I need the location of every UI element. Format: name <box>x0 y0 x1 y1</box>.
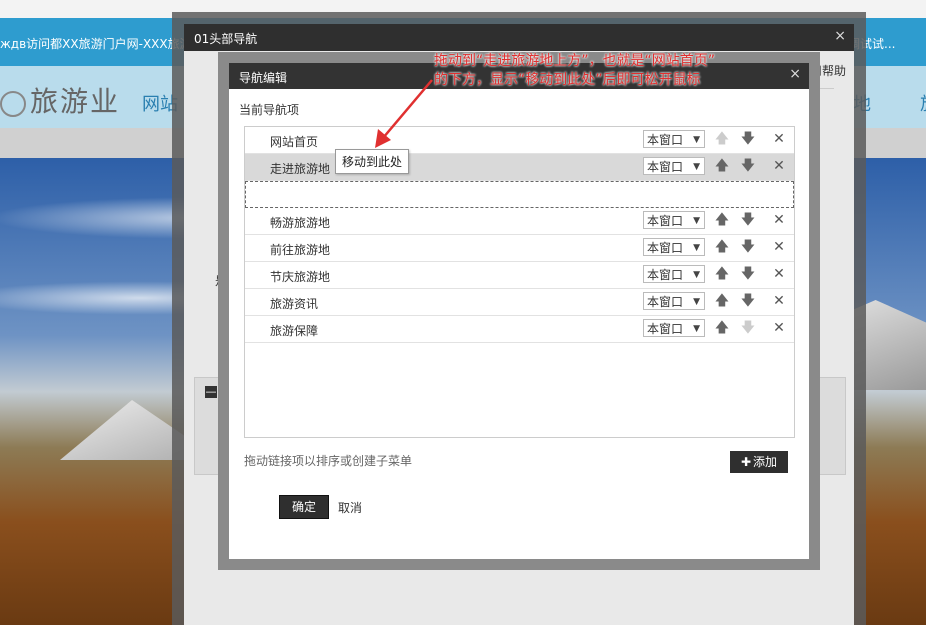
window-target-select[interactable]: 本窗口 ▼ <box>643 238 705 256</box>
nav-items-list: 网站首页 本窗口 ▼ 🡅 🡇 ✕ 走进旅游地 本窗口 ▼ 🡅 🡇 ✕ 畅游旅游地 本… <box>244 126 795 438</box>
collapse-minus-icon[interactable]: — <box>205 386 217 398</box>
site-logo-text: 旅游业 <box>30 85 121 118</box>
window-target-value: 本窗口 <box>647 160 684 174</box>
nav-item-row[interactable]: 节庆旅游地 本窗口 ▼ 🡅 🡇 ✕ <box>245 262 794 289</box>
nav-item-row[interactable]: 旅游资讯 本窗口 ▼ 🡅 🡇 ✕ <box>245 289 794 316</box>
chevron-down-icon: ▼ <box>693 243 700 253</box>
site-logo: 旅游业 <box>0 80 120 120</box>
outer-dialog-header: 01头部导航 × <box>184 24 854 51</box>
window-target-select[interactable]: 本窗口 ▼ <box>643 130 705 148</box>
move-down-icon[interactable]: 🡇 <box>740 130 756 148</box>
move-down-icon: 🡇 <box>740 320 756 336</box>
move-up-icon: 🡅 <box>714 131 730 147</box>
chevron-down-icon: ▼ <box>693 270 700 280</box>
annotation-line-2: 的下方，显示“移动到此处”后即可松开鼠标 <box>434 72 701 88</box>
nav-editor-close-icon[interactable]: × <box>789 66 801 82</box>
drag-tooltip: 移动到此处 <box>335 149 410 174</box>
add-item-label: 添加 <box>753 455 778 469</box>
window-target-select[interactable]: 本窗口 ▼ <box>643 157 705 175</box>
nav-item-name: 前往旅游地 <box>270 243 331 257</box>
move-up-icon[interactable]: 🡅 <box>714 157 730 175</box>
nav-item-name: 走进旅游地 <box>270 162 331 176</box>
chevron-down-icon: ▼ <box>693 135 700 145</box>
delete-icon[interactable]: ✕ <box>771 319 787 337</box>
window-target-value: 本窗口 <box>647 241 684 255</box>
window-target-value: 本窗口 <box>647 295 684 309</box>
delete-icon[interactable]: ✕ <box>771 292 787 310</box>
plus-icon: ✚ <box>740 455 752 469</box>
delete-icon[interactable]: ✕ <box>771 157 787 175</box>
window-target-select[interactable]: 本窗口 ▼ <box>643 265 705 283</box>
site-nav-item-edge: 旅 <box>920 90 926 116</box>
delete-icon[interactable]: ✕ <box>771 130 787 148</box>
nav-item-row-dragging[interactable]: 走进旅游地 本窗口 ▼ 🡅 🡇 ✕ <box>245 154 794 181</box>
window-target-value: 本窗口 <box>647 268 684 282</box>
nav-item-row[interactable]: 前往旅游地 本窗口 ▼ 🡅 🡇 ✕ <box>245 235 794 262</box>
logo-emblem-icon <box>0 90 26 117</box>
annotation-note: 拖动到“走进旅游地上方”，也就是“网站首页” 的下方，显示“移动到此处”后即可松… <box>434 52 715 90</box>
nav-item-name: 旅游保障 <box>270 324 319 338</box>
drag-hint-text: 拖动链接项以排序或创建子菜单 <box>244 454 413 468</box>
window-target-select[interactable]: 本窗口 ▼ <box>643 319 705 337</box>
current-nav-items-title: 当前导航项 <box>239 103 300 117</box>
move-up-icon[interactable]: 🡅 <box>714 319 730 337</box>
delete-icon[interactable]: ✕ <box>771 238 787 256</box>
annotation-line-1: 拖动到“走进旅游地上方”，也就是“网站首页” <box>434 53 716 69</box>
delete-icon[interactable]: ✕ <box>771 211 787 229</box>
window-target-value: 本窗口 <box>647 322 684 336</box>
nav-item-name: 畅游旅游地 <box>270 216 331 230</box>
nav-item-name: 节庆旅游地 <box>270 270 331 284</box>
nav-editor-dialog: 导航编辑 × 当前导航项 网站首页 本窗口 ▼ 🡅 🡇 ✕ 走进旅游地 本窗口 ▼ … <box>229 63 809 559</box>
outer-dialog-title: 01头部导航 <box>194 32 258 46</box>
move-up-icon[interactable]: 🡅 <box>714 292 730 310</box>
move-down-icon[interactable]: 🡇 <box>740 292 756 310</box>
move-down-icon[interactable]: 🡇 <box>740 211 756 229</box>
nav-item-row[interactable]: 畅游旅游地 本窗口 ▼ 🡅 🡇 ✕ <box>245 208 794 235</box>
cancel-button[interactable]: 取消 <box>338 499 362 516</box>
nav-item-name: 旅游资讯 <box>270 297 319 311</box>
nav-item-name: 网站首页 <box>270 135 319 149</box>
move-down-icon[interactable]: 🡇 <box>740 238 756 256</box>
nav-item-row[interactable]: 网站首页 本窗口 ▼ 🡅 🡇 ✕ <box>245 127 794 154</box>
chevron-down-icon: ▼ <box>693 162 700 172</box>
move-down-icon[interactable]: 🡇 <box>740 265 756 283</box>
nav-item-row[interactable]: 旅游保障 本窗口 ▼ 🡅 🡇 ✕ <box>245 316 794 343</box>
chevron-down-icon: ▼ <box>693 297 700 307</box>
nav-editor-title: 导航编辑 <box>239 71 288 85</box>
move-up-icon[interactable]: 🡅 <box>714 238 730 256</box>
delete-icon[interactable]: ✕ <box>771 265 787 283</box>
move-up-icon[interactable]: 🡅 <box>714 265 730 283</box>
window-target-value: 本窗口 <box>647 214 684 228</box>
chevron-down-icon: ▼ <box>693 216 700 226</box>
drop-placeholder[interactable] <box>245 181 794 208</box>
chevron-down-icon: ▼ <box>693 324 700 334</box>
window-target-select[interactable]: 本窗口 ▼ <box>643 211 705 229</box>
move-down-icon[interactable]: 🡇 <box>740 157 756 175</box>
confirm-button[interactable]: 确定 <box>279 495 329 519</box>
window-target-value: 本窗口 <box>647 133 684 147</box>
window-target-select[interactable]: 本窗口 ▼ <box>643 292 705 310</box>
add-item-button[interactable]: ✚ 添加 <box>730 451 788 473</box>
move-up-icon[interactable]: 🡅 <box>714 211 730 229</box>
outer-close-icon[interactable]: × <box>834 28 846 44</box>
